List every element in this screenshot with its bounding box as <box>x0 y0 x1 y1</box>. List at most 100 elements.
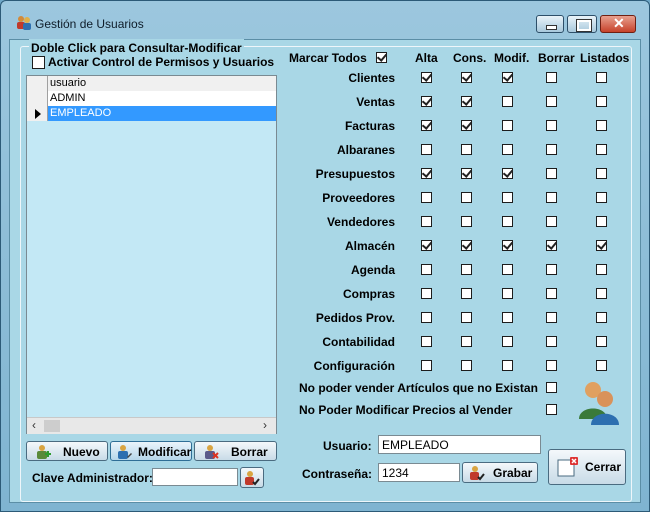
permission-checkbox-11-3[interactable] <box>546 336 557 347</box>
permission-checkbox-7-0[interactable] <box>421 240 432 251</box>
permission-row-label: Facturas <box>344 119 395 133</box>
permission-checkbox-3-2[interactable] <box>502 144 513 155</box>
permission-checkbox-9-0[interactable] <box>421 288 432 299</box>
permission-checkbox-0-1[interactable] <box>461 72 472 83</box>
permission-checkbox-10-2[interactable] <box>502 312 513 323</box>
password-input[interactable]: 1234 <box>378 463 460 482</box>
permission-checkbox-7-4[interactable] <box>596 240 607 251</box>
no-price-label: No Poder Modificar Precios al Vender <box>299 403 513 417</box>
permission-checkbox-5-1[interactable] <box>461 192 472 203</box>
new-user-button[interactable]: Nuevo <box>26 441 108 461</box>
permission-checkbox-9-4[interactable] <box>596 288 607 299</box>
title-bar[interactable]: Gestión de Usuarios ✕ <box>1 1 649 35</box>
column-header-modif: Modif. <box>494 51 530 65</box>
user-input[interactable]: EMPLEADO <box>378 435 541 454</box>
maximize-button[interactable] <box>567 15 597 33</box>
permission-checkbox-4-4[interactable] <box>596 168 607 179</box>
permission-checkbox-12-2[interactable] <box>502 360 513 371</box>
permission-checkbox-2-0[interactable] <box>421 120 432 131</box>
permission-checkbox-6-4[interactable] <box>596 216 607 227</box>
permission-checkbox-12-0[interactable] <box>421 360 432 371</box>
minimize-button[interactable] <box>536 15 564 33</box>
table-row-selected[interactable]: EMPLEADO <box>27 106 276 121</box>
permission-checkbox-12-3[interactable] <box>546 360 557 371</box>
permission-checkbox-3-3[interactable] <box>546 144 557 155</box>
permission-checkbox-8-1[interactable] <box>461 264 472 275</box>
exit-icon <box>557 457 578 477</box>
permission-checkbox-1-4[interactable] <box>596 96 607 107</box>
users-grid[interactable]: usuario ADMIN EMPLEADO ‹ › <box>26 75 277 434</box>
column-header-usuario[interactable]: usuario <box>50 77 86 89</box>
permission-checkbox-2-4[interactable] <box>596 120 607 131</box>
permission-checkbox-5-4[interactable] <box>596 192 607 203</box>
column-header-cons: Cons. <box>453 51 487 65</box>
close-button[interactable]: ✕ <box>600 15 636 33</box>
permission-checkbox-2-2[interactable] <box>502 120 513 131</box>
permission-checkbox-2-3[interactable] <box>546 120 557 131</box>
permission-checkbox-6-3[interactable] <box>546 216 557 227</box>
horizontal-scrollbar[interactable]: ‹ › <box>27 417 276 434</box>
permission-checkbox-1-2[interactable] <box>502 96 513 107</box>
permission-checkbox-11-4[interactable] <box>596 336 607 347</box>
permission-checkbox-4-0[interactable] <box>421 168 432 179</box>
permission-row-label: Vendedores <box>326 215 395 229</box>
admin-key-save-button[interactable] <box>240 467 264 488</box>
permission-checkbox-2-1[interactable] <box>461 120 472 131</box>
permission-checkbox-9-2[interactable] <box>502 288 513 299</box>
scroll-right-icon[interactable]: › <box>263 418 267 432</box>
permission-checkbox-1-0[interactable] <box>421 96 432 107</box>
permission-checkbox-7-2[interactable] <box>502 240 513 251</box>
permission-checkbox-8-4[interactable] <box>596 264 607 275</box>
permission-checkbox-7-3[interactable] <box>546 240 557 251</box>
permission-checkbox-12-1[interactable] <box>461 360 472 371</box>
scrollbar-thumb[interactable] <box>44 420 60 432</box>
permission-checkbox-8-2[interactable] <box>502 264 513 275</box>
permission-checkbox-8-0[interactable] <box>421 264 432 275</box>
permission-row-label: Agenda <box>350 263 395 277</box>
permission-checkbox-10-3[interactable] <box>546 312 557 323</box>
permission-checkbox-5-2[interactable] <box>502 192 513 203</box>
permission-checkbox-10-1[interactable] <box>461 312 472 323</box>
permission-checkbox-10-0[interactable] <box>421 312 432 323</box>
permission-checkbox-11-0[interactable] <box>421 336 432 347</box>
permission-checkbox-11-2[interactable] <box>502 336 513 347</box>
permission-checkbox-9-3[interactable] <box>546 288 557 299</box>
permission-checkbox-0-4[interactable] <box>596 72 607 83</box>
permission-checkbox-6-1[interactable] <box>461 216 472 227</box>
no-price-checkbox[interactable] <box>546 404 557 415</box>
permission-checkbox-12-4[interactable] <box>596 360 607 371</box>
permission-checkbox-6-0[interactable] <box>421 216 432 227</box>
activate-permissions-checkbox[interactable] <box>32 56 45 69</box>
save-user-icon <box>245 471 260 486</box>
permission-checkbox-10-4[interactable] <box>596 312 607 323</box>
delete-user-button[interactable]: Borrar <box>194 441 277 461</box>
permission-checkbox-9-1[interactable] <box>461 288 472 299</box>
permission-checkbox-0-2[interactable] <box>502 72 513 83</box>
permission-checkbox-3-4[interactable] <box>596 144 607 155</box>
permission-checkbox-0-3[interactable] <box>546 72 557 83</box>
scroll-left-icon[interactable]: ‹ <box>32 418 36 432</box>
table-row[interactable]: ADMIN <box>27 91 276 107</box>
mark-all-label: Marcar Todos <box>289 51 367 65</box>
permission-checkbox-6-2[interactable] <box>502 216 513 227</box>
permission-checkbox-1-3[interactable] <box>546 96 557 107</box>
permission-checkbox-3-0[interactable] <box>421 144 432 155</box>
permission-checkbox-4-3[interactable] <box>546 168 557 179</box>
mark-all-checkbox[interactable] <box>376 52 387 63</box>
admin-key-input[interactable] <box>152 468 238 486</box>
permission-checkbox-5-3[interactable] <box>546 192 557 203</box>
permission-checkbox-8-3[interactable] <box>546 264 557 275</box>
permission-checkbox-0-0[interactable] <box>421 72 432 83</box>
permission-checkbox-7-1[interactable] <box>461 240 472 251</box>
permission-checkbox-3-1[interactable] <box>461 144 472 155</box>
permission-checkbox-4-1[interactable] <box>461 168 472 179</box>
permission-checkbox-1-1[interactable] <box>461 96 472 107</box>
permission-checkbox-4-2[interactable] <box>502 168 513 179</box>
close-form-button[interactable]: Cerrar <box>548 449 626 485</box>
grid-header-row: usuario <box>27 76 276 92</box>
permission-checkbox-5-0[interactable] <box>421 192 432 203</box>
modify-user-button[interactable]: Modificar <box>110 441 192 461</box>
save-button[interactable]: Grabar <box>462 462 538 483</box>
no-sell-checkbox[interactable] <box>546 382 557 393</box>
permission-checkbox-11-1[interactable] <box>461 336 472 347</box>
